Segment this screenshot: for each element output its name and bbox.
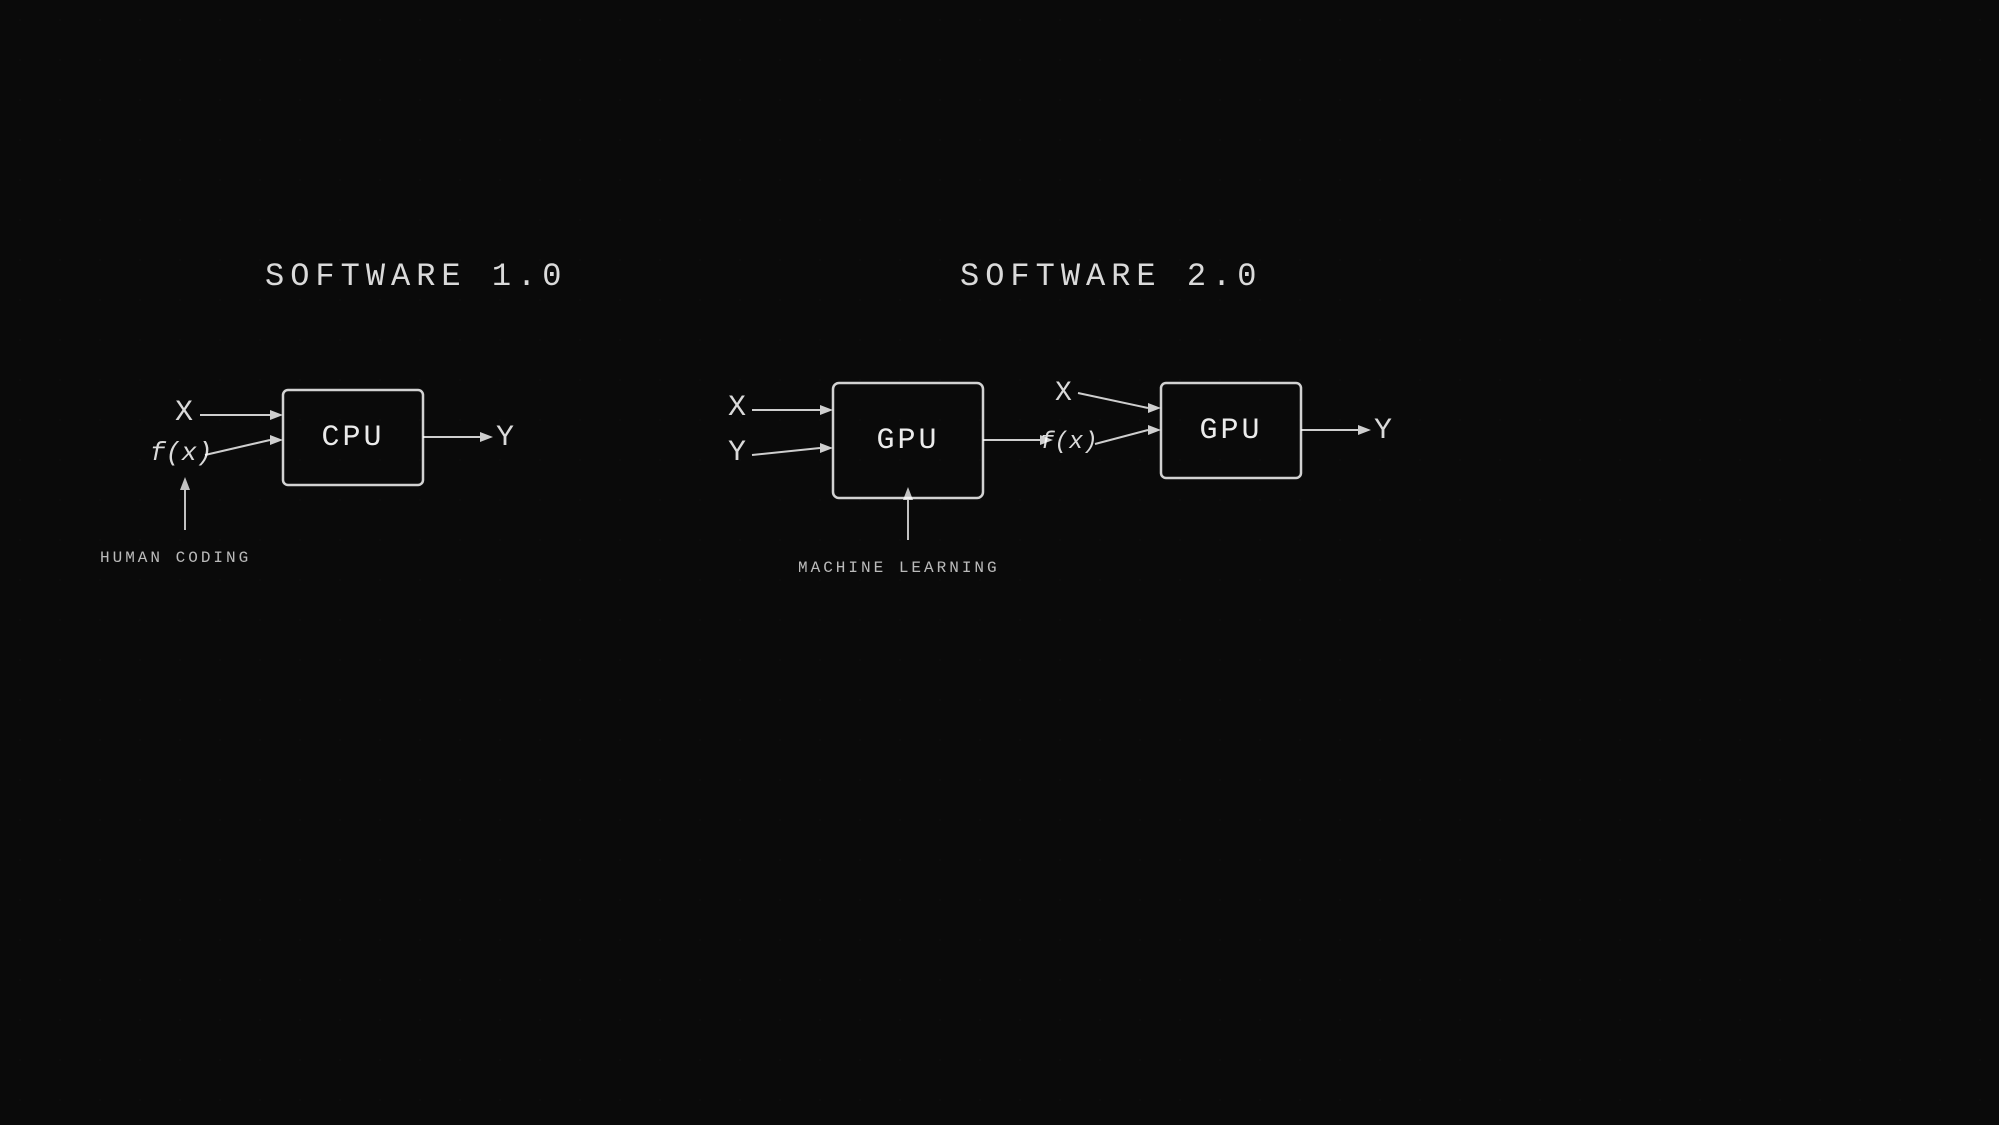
gpu-right-box	[1161, 383, 1301, 478]
sw1-input-fx: f(x)	[150, 438, 212, 468]
gpu-left-label: GPU	[876, 424, 939, 458]
main-container: SOFTWARE 1.0 X f(x) CPU Y HUMAN CODING S…	[0, 0, 1999, 1125]
machine-learning-label: MACHINE LEARNING	[798, 559, 1000, 577]
software2-title: SOFTWARE 2.0	[960, 258, 1262, 295]
gpu-left-box	[833, 383, 983, 498]
sw1-output-y: Y	[496, 421, 514, 455]
cpu-box	[283, 390, 423, 485]
sw2-middle-fx: f(x)	[1040, 429, 1098, 456]
sw2-input-x: X	[728, 391, 746, 425]
gpu-right-label: GPU	[1199, 414, 1262, 448]
human-coding-label: HUMAN CODING	[100, 549, 251, 567]
software1-title: SOFTWARE 1.0	[265, 258, 567, 295]
cpu-label: CPU	[321, 421, 384, 455]
sw2-input-y: Y	[728, 436, 746, 470]
sw1-input-x: X	[175, 396, 193, 430]
sw2-middle-x: X	[1055, 378, 1072, 409]
sw2-output-y: Y	[1374, 414, 1392, 448]
